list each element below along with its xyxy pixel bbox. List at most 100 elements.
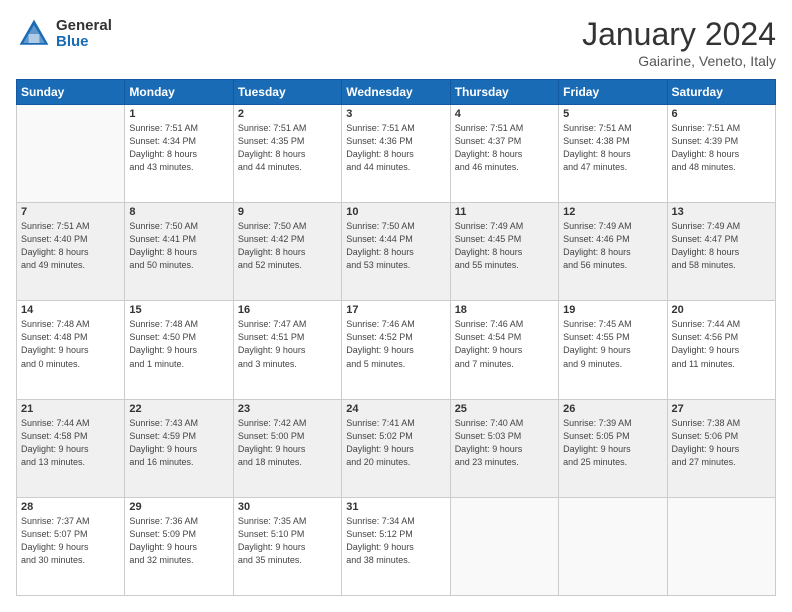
day-info: Sunrise: 7:51 AM Sunset: 4:34 PM Dayligh… [129, 122, 228, 174]
day-info: Sunrise: 7:49 AM Sunset: 4:46 PM Dayligh… [563, 220, 662, 272]
day-number: 18 [455, 304, 554, 316]
day-info: Sunrise: 7:48 AM Sunset: 4:50 PM Dayligh… [129, 318, 228, 370]
day-info: Sunrise: 7:35 AM Sunset: 5:10 PM Dayligh… [238, 515, 337, 567]
day-info: Sunrise: 7:38 AM Sunset: 5:06 PM Dayligh… [672, 417, 771, 469]
table-row [667, 497, 775, 595]
day-number: 9 [238, 206, 337, 218]
table-row: 18 Sunrise: 7:46 AM Sunset: 4:54 PM Dayli… [450, 301, 558, 399]
table-row: 6 Sunrise: 7:51 AM Sunset: 4:39 PM Daylig… [667, 105, 775, 203]
table-row: 20Sunrise: 7:44 AM Sunset: 4:56 PM Dayli… [667, 301, 775, 399]
day-number: 25 [455, 403, 554, 415]
day-number: 10 [346, 206, 445, 218]
day-info: Sunrise: 7:48 AM Sunset: 4:48 PM Dayligh… [21, 318, 120, 370]
table-row: 11 Sunrise: 7:49 AM Sunset: 4:45 PM Dayli… [450, 203, 558, 301]
table-row: 9Sunrise: 7:50 AM Sunset: 4:42 PM Daylig… [233, 203, 341, 301]
location: Gaiarine, Veneto, Italy [582, 53, 776, 69]
table-row: 13 Sunrise: 7:49 AM Sunset: 4:47 PM Dayli… [667, 203, 775, 301]
table-row: 14 Sunrise: 7:48 AM Sunset: 4:48 PM Dayli… [17, 301, 125, 399]
table-row: 3 Sunrise: 7:51 AM Sunset: 4:36 PM Daylig… [342, 105, 450, 203]
table-row: 5 Sunrise: 7:51 AM Sunset: 4:38 PM Daylig… [559, 105, 667, 203]
table-row [17, 105, 125, 203]
day-number: 3 [346, 108, 445, 120]
day-info: Sunrise: 7:51 AM Sunset: 4:40 PM Dayligh… [21, 220, 120, 272]
day-info: Sunrise: 7:40 AM Sunset: 5:03 PM Dayligh… [455, 417, 554, 469]
day-number: 4 [455, 108, 554, 120]
calendar-week-row: 21 Sunrise: 7:44 AM Sunset: 4:58 PM Dayli… [17, 399, 776, 497]
day-info: Sunrise: 7:49 AM Sunset: 4:45 PM Dayligh… [455, 220, 554, 272]
table-row [559, 497, 667, 595]
day-number: 27 [672, 403, 771, 415]
logo-icon [16, 16, 52, 52]
table-row: 1 Sunrise: 7:51 AM Sunset: 4:34 PM Daylig… [125, 105, 233, 203]
day-number: 31 [346, 501, 445, 513]
day-number: 6 [672, 108, 771, 120]
day-info: Sunrise: 7:49 AM Sunset: 4:47 PM Dayligh… [672, 220, 771, 272]
day-number: 1 [129, 108, 228, 120]
table-row [450, 497, 558, 595]
day-number: 21 [21, 403, 120, 415]
logo-blue-text: Blue [56, 34, 112, 51]
table-row: 26Sunrise: 7:39 AM Sunset: 5:05 PM Dayli… [559, 399, 667, 497]
calendar-week-row: 28 Sunrise: 7:37 AM Sunset: 5:07 PM Dayli… [17, 497, 776, 595]
table-row: 2Sunrise: 7:51 AM Sunset: 4:35 PM Daylig… [233, 105, 341, 203]
day-number: 5 [563, 108, 662, 120]
title-area: January 2024 Gaiarine, Veneto, Italy [582, 16, 776, 69]
day-number: 11 [455, 206, 554, 218]
day-info: Sunrise: 7:51 AM Sunset: 4:37 PM Dayligh… [455, 122, 554, 174]
day-number: 28 [21, 501, 120, 513]
logo-general-text: General [56, 18, 112, 35]
day-info: Sunrise: 7:36 AM Sunset: 5:09 PM Dayligh… [129, 515, 228, 567]
day-number: 15 [129, 304, 228, 316]
day-number: 7 [21, 206, 120, 218]
col-monday: Monday [125, 80, 233, 105]
day-number: 29 [129, 501, 228, 513]
calendar-week-row: 1 Sunrise: 7:51 AM Sunset: 4:34 PM Daylig… [17, 105, 776, 203]
table-row: 4 Sunrise: 7:51 AM Sunset: 4:37 PM Daylig… [450, 105, 558, 203]
table-row: 25 Sunrise: 7:40 AM Sunset: 5:03 PM Dayli… [450, 399, 558, 497]
calendar-week-row: 7 Sunrise: 7:51 AM Sunset: 4:40 PM Daylig… [17, 203, 776, 301]
day-info: Sunrise: 7:51 AM Sunset: 4:35 PM Dayligh… [238, 122, 337, 174]
day-info: Sunrise: 7:50 AM Sunset: 4:41 PM Dayligh… [129, 220, 228, 272]
col-friday: Friday [559, 80, 667, 105]
day-info: Sunrise: 7:44 AM Sunset: 4:58 PM Dayligh… [21, 417, 120, 469]
day-info: Sunrise: 7:46 AM Sunset: 4:54 PM Dayligh… [455, 318, 554, 370]
table-row: 23 Sunrise: 7:42 AM Sunset: 5:00 PM Dayli… [233, 399, 341, 497]
day-number: 17 [346, 304, 445, 316]
day-number: 19 [563, 304, 662, 316]
table-row: 22Sunrise: 7:43 AM Sunset: 4:59 PM Dayli… [125, 399, 233, 497]
day-number: 20 [672, 304, 771, 316]
day-number: 23 [238, 403, 337, 415]
day-number: 24 [346, 403, 445, 415]
day-info: Sunrise: 7:45 AM Sunset: 4:55 PM Dayligh… [563, 318, 662, 370]
page: General Blue January 2024 Gaiarine, Vene… [0, 0, 792, 612]
day-info: Sunrise: 7:51 AM Sunset: 4:38 PM Dayligh… [563, 122, 662, 174]
day-info: Sunrise: 7:34 AM Sunset: 5:12 PM Dayligh… [346, 515, 445, 567]
day-number: 13 [672, 206, 771, 218]
table-row: 31 Sunrise: 7:34 AM Sunset: 5:12 PM Dayli… [342, 497, 450, 595]
table-row: 28 Sunrise: 7:37 AM Sunset: 5:07 PM Dayli… [17, 497, 125, 595]
day-info: Sunrise: 7:47 AM Sunset: 4:51 PM Dayligh… [238, 318, 337, 370]
month-title: January 2024 [582, 16, 776, 53]
day-info: Sunrise: 7:42 AM Sunset: 5:00 PM Dayligh… [238, 417, 337, 469]
day-info: Sunrise: 7:51 AM Sunset: 4:36 PM Dayligh… [346, 122, 445, 174]
calendar-table: Sunday Monday Tuesday Wednesday Thursday… [16, 79, 776, 596]
day-number: 14 [21, 304, 120, 316]
table-row: 24 Sunrise: 7:41 AM Sunset: 5:02 PM Dayli… [342, 399, 450, 497]
table-row: 15 Sunrise: 7:48 AM Sunset: 4:50 PM Dayli… [125, 301, 233, 399]
col-saturday: Saturday [667, 80, 775, 105]
day-info: Sunrise: 7:41 AM Sunset: 5:02 PM Dayligh… [346, 417, 445, 469]
day-info: Sunrise: 7:50 AM Sunset: 4:44 PM Dayligh… [346, 220, 445, 272]
header: General Blue January 2024 Gaiarine, Vene… [16, 16, 776, 69]
table-row: 16Sunrise: 7:47 AM Sunset: 4:51 PM Dayli… [233, 301, 341, 399]
col-thursday: Thursday [450, 80, 558, 105]
table-row: 10 Sunrise: 7:50 AM Sunset: 4:44 PM Dayli… [342, 203, 450, 301]
day-number: 30 [238, 501, 337, 513]
day-number: 8 [129, 206, 228, 218]
day-info: Sunrise: 7:51 AM Sunset: 4:39 PM Dayligh… [672, 122, 771, 174]
col-wednesday: Wednesday [342, 80, 450, 105]
table-row: 7 Sunrise: 7:51 AM Sunset: 4:40 PM Daylig… [17, 203, 125, 301]
day-number: 26 [563, 403, 662, 415]
table-row: 12Sunrise: 7:49 AM Sunset: 4:46 PM Dayli… [559, 203, 667, 301]
calendar-header-row: Sunday Monday Tuesday Wednesday Thursday… [17, 80, 776, 105]
day-info: Sunrise: 7:37 AM Sunset: 5:07 PM Dayligh… [21, 515, 120, 567]
